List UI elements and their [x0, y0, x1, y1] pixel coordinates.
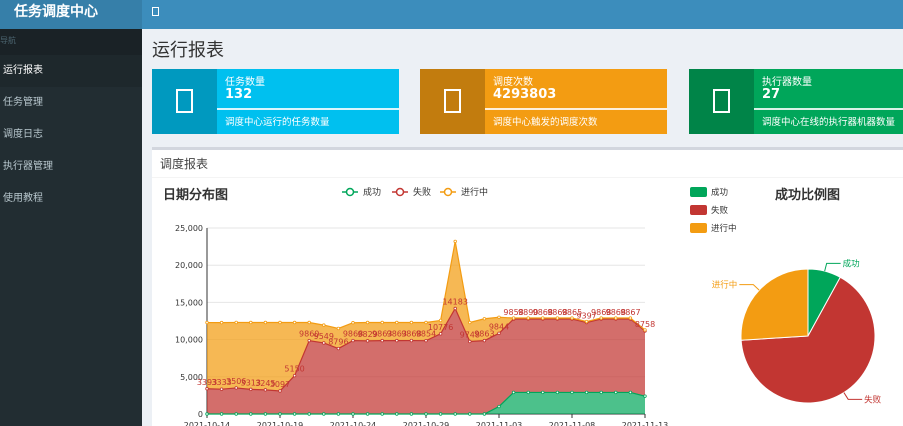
info-box-value: 27	[762, 87, 781, 102]
info-box-value: 4293803	[493, 87, 557, 102]
sidebar-header: 导航	[0, 29, 142, 55]
info-box-jobs: 任务数量 132 调度中心运行的任务数量	[152, 69, 399, 134]
info-box-description: 调度中心在线的执行器机器数量	[762, 117, 896, 128]
sidebar-item-jobs[interactable]: 任务管理	[0, 87, 142, 119]
page-title: 运行报表	[152, 40, 224, 61]
info-box-label: 调度次数	[493, 77, 533, 88]
panel-title: 调度报表	[160, 157, 209, 171]
info-box-executors: 执行器数量 27 调度中心在线的执行器机器数量	[689, 69, 903, 134]
desktop-icon	[689, 69, 754, 134]
sidebar-item-executors[interactable]: 执行器管理	[0, 151, 142, 183]
flag-icon	[152, 69, 217, 134]
progress-bar	[217, 108, 399, 110]
sidebar-item-dashboard[interactable]: 运行报表	[0, 55, 142, 87]
sidebar-item-help[interactable]: 使用教程	[0, 183, 142, 215]
brand-logo[interactable]: 任务调度中心	[0, 0, 142, 29]
sidebar-toggle-icon[interactable]	[152, 7, 159, 16]
info-box-value: 132	[225, 87, 253, 102]
progress-bar	[485, 108, 667, 110]
sidebar-item-logs[interactable]: 调度日志	[0, 119, 142, 151]
divider	[152, 177, 903, 178]
info-box-triggers: 调度次数 4293803 调度中心触发的调度次数	[420, 69, 667, 134]
info-box-description: 调度中心运行的任务数量	[225, 117, 330, 128]
info-box-label: 执行器数量	[762, 77, 812, 88]
calendar-icon	[420, 69, 485, 134]
sidebar: 导航 运行报表 任务管理 调度日志 执行器管理 使用教程	[0, 29, 142, 426]
report-panel: 调度报表	[152, 147, 903, 426]
top-navbar	[142, 0, 903, 29]
progress-bar	[754, 108, 903, 110]
info-box-description: 调度中心触发的调度次数	[493, 117, 598, 128]
info-box-label: 任务数量	[225, 77, 265, 88]
